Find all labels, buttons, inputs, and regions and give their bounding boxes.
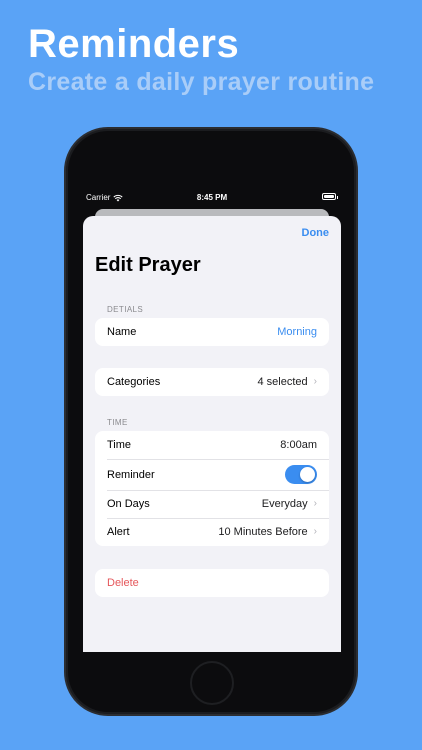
status-bar: Carrier 8:45 PM — [84, 190, 340, 204]
reminder-label: Reminder — [107, 468, 155, 481]
reminder-row: Reminder — [95, 459, 329, 490]
on-days-value: Everyday — [261, 498, 308, 510]
categories-label: Categories — [107, 376, 161, 388]
alert-row[interactable]: Alert 10 Minutes Before › — [95, 518, 329, 546]
categories-row[interactable]: Categories 4 selected › — [95, 368, 329, 396]
name-row[interactable]: Name Morning — [95, 318, 329, 346]
on-days-value-wrap: Everyday › — [262, 498, 317, 510]
alert-value-wrap: 10 Minutes Before › — [218, 526, 317, 538]
promo-subheadline: Create a daily prayer routine — [28, 68, 375, 96]
details-section-header: DETIALS — [107, 305, 144, 314]
details-group: Name Morning — [95, 318, 329, 346]
alert-value: 10 Minutes Before — [218, 526, 308, 538]
on-days-label: On Days — [107, 498, 150, 510]
done-button[interactable]: Done — [302, 227, 330, 239]
categories-group: Categories 4 selected › — [95, 368, 329, 396]
chevron-right-icon: › — [313, 376, 317, 387]
name-label: Name — [107, 326, 137, 338]
alert-label: Alert — [107, 526, 130, 538]
delete-group: Delete — [95, 569, 329, 597]
time-group: Time 8:00am Reminder On Days Everyday › … — [95, 431, 329, 546]
toggle-knob — [300, 467, 315, 482]
time-row[interactable]: Time 8:00am — [95, 431, 329, 459]
delete-button[interactable]: Delete — [95, 569, 329, 597]
time-section-header: TIME — [107, 418, 128, 427]
home-button[interactable] — [190, 661, 234, 705]
time-label: Time — [107, 439, 132, 451]
page-title: Edit Prayer — [95, 254, 201, 276]
chevron-right-icon: › — [313, 498, 317, 509]
battery-icon — [322, 193, 338, 200]
categories-value-wrap: 4 selected › — [258, 376, 318, 388]
time-value: 8:00am — [280, 439, 317, 451]
edit-prayer-sheet: Done Edit Prayer DETIALS Name Morning Ca… — [83, 216, 341, 652]
on-days-row[interactable]: On Days Everyday › — [95, 490, 329, 518]
reminder-toggle[interactable] — [285, 465, 317, 484]
name-value[interactable]: Morning — [277, 326, 317, 338]
chevron-right-icon: › — [313, 526, 317, 537]
categories-value: 4 selected — [257, 376, 308, 388]
status-time: 8:45 PM — [196, 193, 228, 202]
promo-headline: Reminders — [28, 22, 240, 66]
